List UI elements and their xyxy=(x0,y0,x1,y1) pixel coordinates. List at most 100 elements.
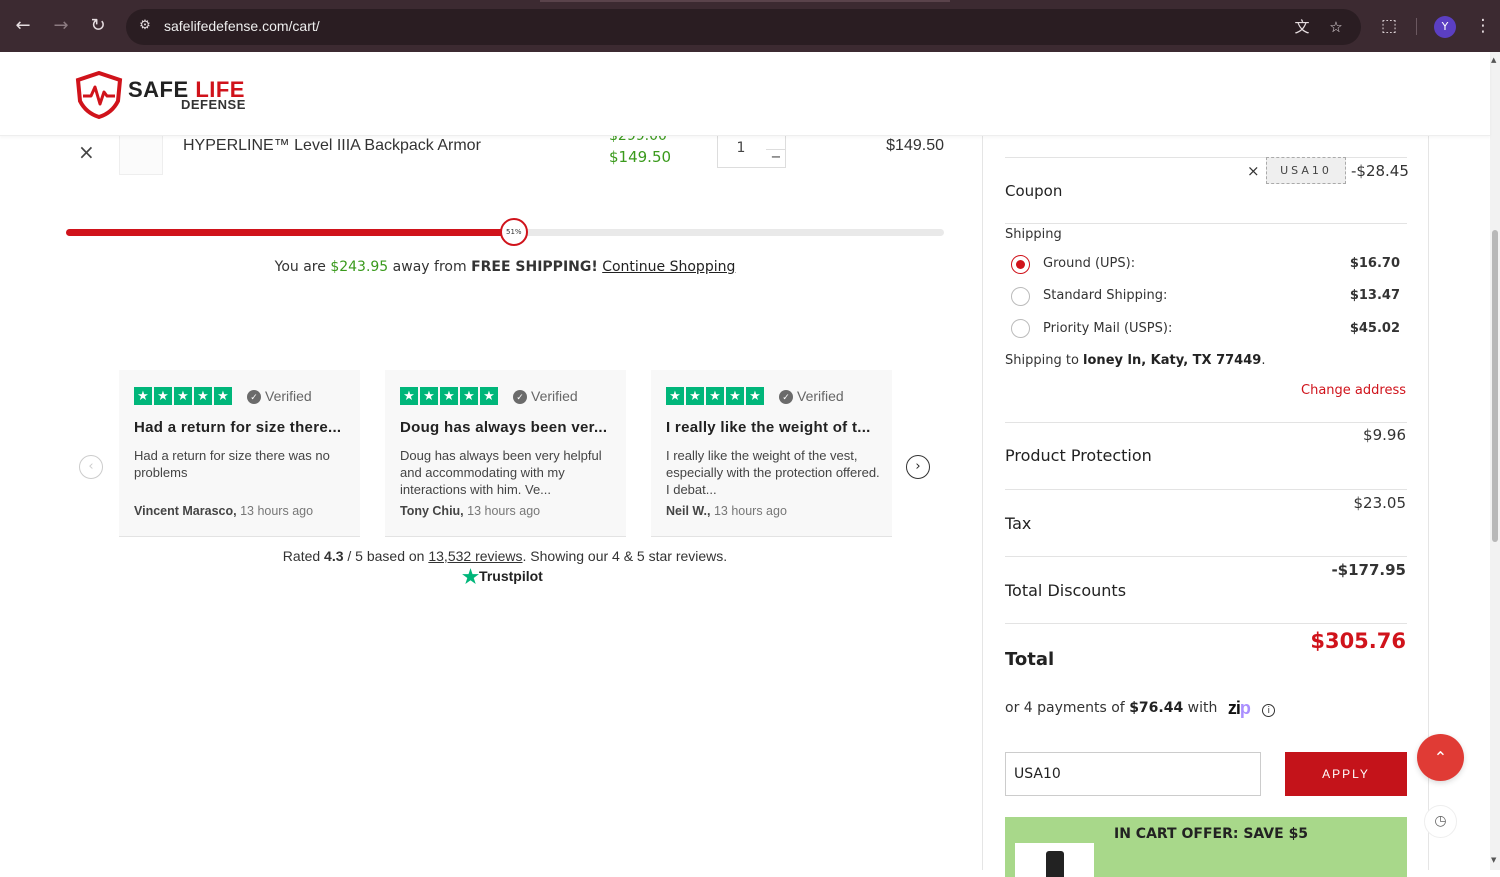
reviews-prev-button[interactable]: ‹ xyxy=(79,455,103,479)
scrollbar-thumb[interactable] xyxy=(1492,230,1498,542)
review-title: Doug has always been ver... xyxy=(400,419,608,436)
shipping-destination: Shipping to loney ln, Katy, TX 77449. xyxy=(1005,353,1265,368)
star-icon: ★ xyxy=(420,387,438,405)
star-icon: ★ xyxy=(480,387,498,405)
verified-label: Verified xyxy=(265,388,312,404)
shipping-option-name[interactable]: Ground (UPS): xyxy=(1043,256,1135,271)
divider xyxy=(1005,223,1407,224)
back-icon[interactable]: ← xyxy=(11,14,35,38)
browser-menu-icon[interactable]: ⋮ xyxy=(1472,15,1494,37)
shipping-option-name[interactable]: Standard Shipping: xyxy=(1043,288,1167,303)
ship-to-prefix: Shipping to xyxy=(1005,353,1079,368)
remove-item-icon[interactable]: × xyxy=(78,140,95,164)
rating-mid: / 5 based on xyxy=(347,548,425,564)
shipping-option-price: $16.70 xyxy=(1349,256,1400,271)
quantity-decrease-button[interactable]: − xyxy=(766,149,786,167)
zip-amount: $76.44 xyxy=(1129,700,1184,716)
progress-percent-badge: 51% xyxy=(499,218,528,246)
zip-logo-part: zi xyxy=(1227,698,1241,718)
check-icon: ✓ xyxy=(779,390,793,404)
divider xyxy=(1005,422,1407,423)
review-author: Neil W., 13 hours ago xyxy=(666,504,787,518)
forward-icon[interactable]: → xyxy=(49,14,73,38)
star-icon: ★ xyxy=(154,387,172,405)
review-title: I really like the weight of t... xyxy=(666,419,871,436)
shipping-option-price: $45.02 xyxy=(1349,321,1400,336)
apply-coupon-button[interactable]: APPLY xyxy=(1285,752,1407,796)
change-address-link[interactable]: Change address xyxy=(1301,383,1406,398)
site-logo[interactable]: SAFE LIFE DEFENSE xyxy=(74,70,254,120)
trustpilot-wordmark: Trustpilot xyxy=(479,568,543,584)
in-cart-offer-banner[interactable]: IN CART OFFER: SAVE $5 xyxy=(1005,817,1407,877)
shipping-option-price: $13.47 xyxy=(1349,288,1400,303)
scroll-up-arrow-icon[interactable]: ▲ xyxy=(1491,56,1496,64)
shield-logo-icon xyxy=(75,70,123,120)
reviews-count-link[interactable]: 13,532 reviews xyxy=(428,548,522,564)
zip-logo[interactable]: zip xyxy=(1227,698,1251,719)
shipping-option-name[interactable]: Priority Mail (USPS): xyxy=(1043,321,1172,336)
review-card[interactable]: ★ ★ ★ ★ ★ ✓ Verified Doug has always been ver… xyxy=(385,370,626,537)
remove-coupon-icon[interactable]: × xyxy=(1247,162,1260,180)
star-rating: ★ ★ ★ ★ ★ xyxy=(134,387,232,405)
trustpilot-star-icon: ★ xyxy=(462,567,480,588)
coupon-code-input[interactable] xyxy=(1005,752,1261,796)
star-icon: ★ xyxy=(746,387,764,405)
star-icon: ★ xyxy=(440,387,458,405)
author-name: Neil W., xyxy=(666,504,711,518)
browser-toolbar: ← → ↻ ⚙ safelifedefense.com/cart/ 文 ☆ ⬚ … xyxy=(0,0,1500,52)
url-text[interactable]: safelifedefense.com/cart/ xyxy=(164,18,320,34)
line-total: $149.50 xyxy=(886,137,944,154)
coupon-discount: -$28.45 xyxy=(1351,162,1409,180)
recently-viewed-icon[interactable]: ◷ xyxy=(1424,805,1457,838)
divider xyxy=(1005,489,1407,490)
zip-with: with xyxy=(1187,700,1218,716)
reload-icon[interactable]: ↻ xyxy=(86,14,110,38)
star-icon: ★ xyxy=(194,387,212,405)
site-info-icon[interactable]: ⚙ xyxy=(136,17,154,35)
product-name[interactable]: HYPERLINE™ Level IIIA Backpack Armor xyxy=(183,137,481,155)
free-shipping-progress-bar: 51% xyxy=(66,218,944,246)
verified-badge: ✓ Verified xyxy=(513,388,578,404)
star-icon: ★ xyxy=(686,387,704,405)
rating-prefix: Rated xyxy=(282,548,321,564)
amount-away: $243.95 xyxy=(330,259,389,275)
check-icon: ✓ xyxy=(247,390,261,404)
ship-to-suffix: . xyxy=(1261,353,1266,368)
extensions-icon[interactable]: ⬚ xyxy=(1378,15,1400,37)
total-discounts-label: Total Discounts xyxy=(1005,581,1127,600)
review-card[interactable]: ★ ★ ★ ★ ★ ✓ Verified Had a return for size th… xyxy=(119,370,360,537)
trustpilot-rating-summary: Rated 4.3 / 5 based on 13,532 reviews. S… xyxy=(119,548,891,564)
shipping-radio-standard[interactable] xyxy=(1011,287,1030,306)
free-shipping-message: You are $243.95 away from FREE SHIPPING!… xyxy=(66,259,944,275)
star-icon: ★ xyxy=(214,387,232,405)
trustpilot-logo[interactable]: ★Trustpilot xyxy=(462,566,543,589)
scroll-down-arrow-icon[interactable]: ▼ xyxy=(1491,856,1496,864)
verified-label: Verified xyxy=(797,388,844,404)
continue-shopping-link[interactable]: Continue Shopping xyxy=(602,259,735,275)
order-summary: × USA10 -$28.45 Coupon Shipping Ground (… xyxy=(982,136,1429,877)
review-title: Had a return for size there... xyxy=(134,419,342,436)
coupon-label: Coupon xyxy=(1005,182,1063,200)
check-icon: ✓ xyxy=(513,390,527,404)
review-card[interactable]: ★ ★ ★ ★ ★ ✓ Verified I really like the weight… xyxy=(651,370,892,537)
reviews-next-button[interactable]: › xyxy=(906,455,930,479)
author-name: Vincent Marasco, xyxy=(134,504,237,518)
site-header: SAFE LIFE DEFENSE xyxy=(0,52,1490,136)
page-scrollbar[interactable]: ▲ ▼ xyxy=(1490,52,1500,870)
scroll-to-top-button[interactable]: ⌃ xyxy=(1417,734,1464,781)
offer-product-image[interactable] xyxy=(1015,843,1094,877)
shipping-radio-priority[interactable] xyxy=(1011,319,1030,338)
review-author: Vincent Marasco, 13 hours ago xyxy=(134,504,313,518)
review-body: Had a return for size there was no probl… xyxy=(134,448,330,480)
address-bar[interactable]: ⚙ safelifedefense.com/cart/ 文 ☆ xyxy=(126,9,1361,45)
msg-middle: away from xyxy=(392,259,467,275)
quantity-value[interactable]: 1 xyxy=(718,140,764,156)
star-icon: ★ xyxy=(174,387,192,405)
shipping-label: Shipping xyxy=(1005,227,1062,242)
translate-icon[interactable]: 文 xyxy=(1292,17,1312,37)
bookmark-star-icon[interactable]: ☆ xyxy=(1326,17,1346,37)
shipping-radio-ground[interactable] xyxy=(1011,255,1030,274)
star-icon: ★ xyxy=(726,387,744,405)
info-icon[interactable]: i xyxy=(1262,704,1276,717)
profile-avatar[interactable]: Y xyxy=(1434,16,1456,38)
